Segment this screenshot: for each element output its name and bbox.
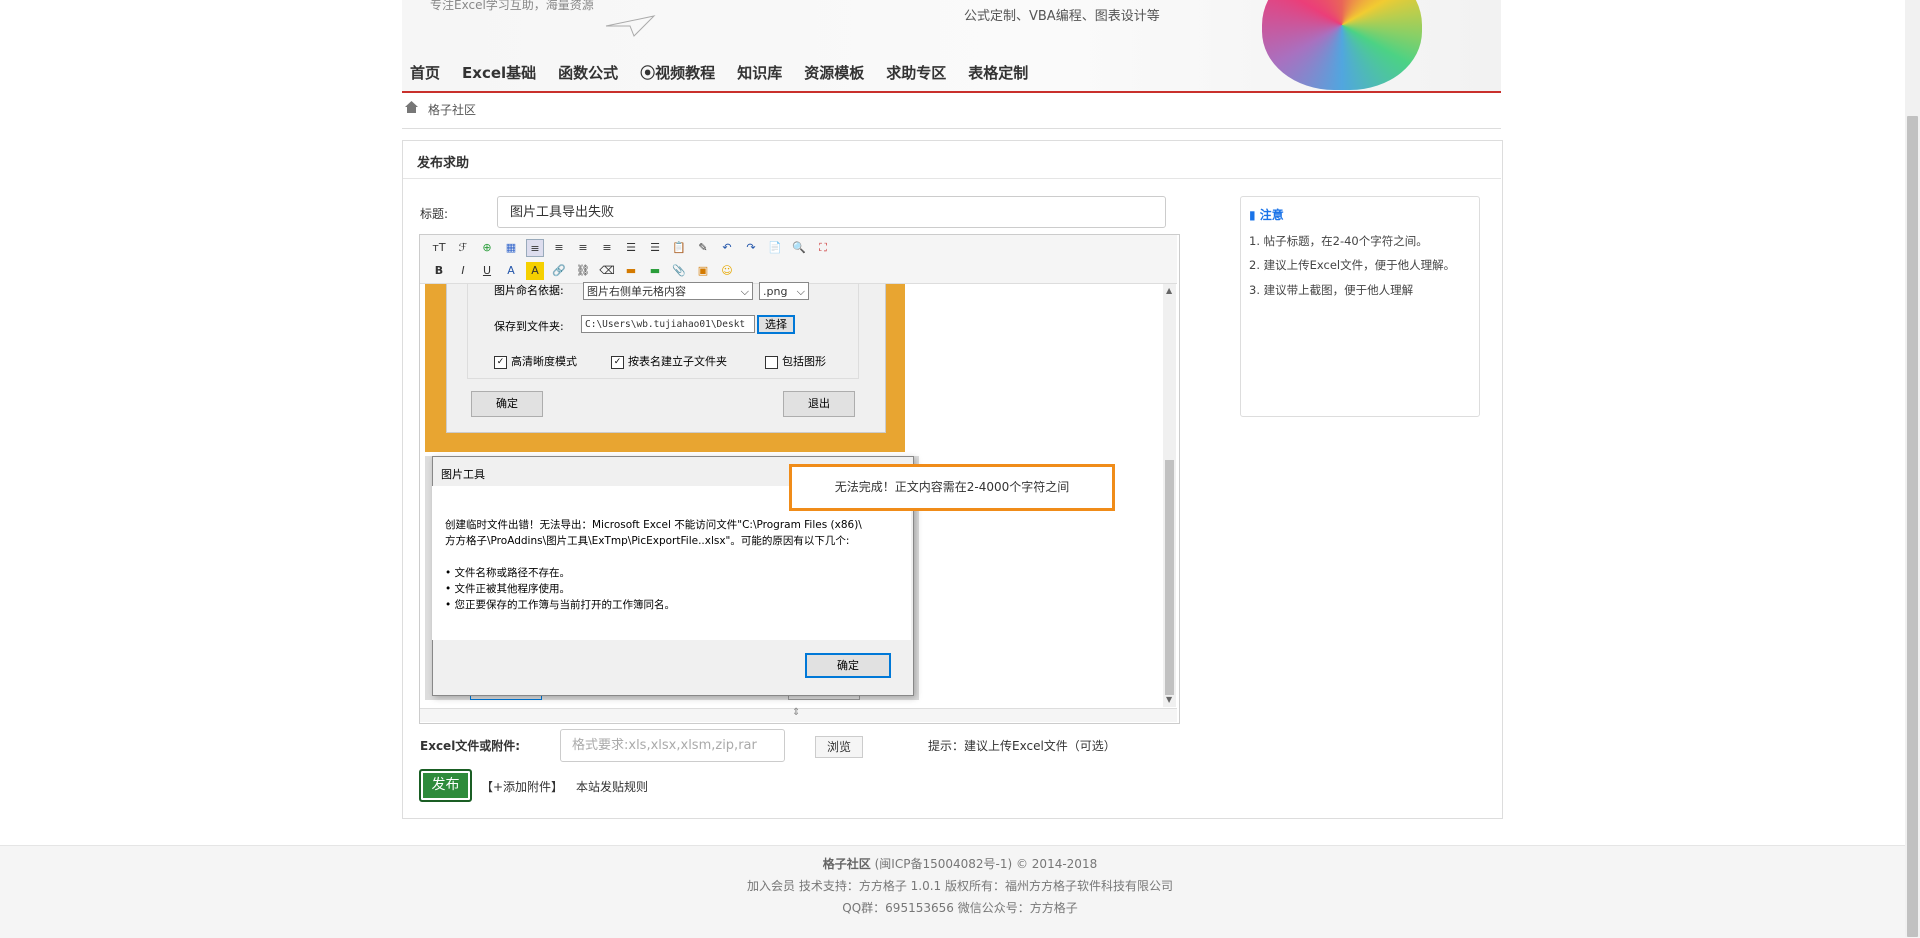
save-path-field: C:\Users\wb.tujiahao01\Deskt <box>581 315 755 333</box>
breadcrumb[interactable]: 格子社区 <box>428 101 476 118</box>
nav-knowledge[interactable]: 知识库 <box>737 62 782 83</box>
naming-select: 图片右侧单元格内容 ⌵ <box>583 282 753 300</box>
hd-mode-option: ✓ 高清晰度模式 <box>494 353 577 369</box>
nav-excel-basics[interactable]: Excel基础 <box>462 62 536 83</box>
preview-icon[interactable]: 🔍 <box>790 239 808 257</box>
site-tagline: 专注Excel学习互助，海量资源 <box>430 0 594 12</box>
title-label: 标题: <box>420 207 449 221</box>
extension-select: .png ⌵ <box>759 282 809 300</box>
subfolder-option: ✓ 按表名建立子文件夹 <box>611 353 727 369</box>
editor-toolbar: тT ℱ ⊕ ▦ ≡ ≡ ≡ ≡ ☰ ☰ 📋 ✎ ↶ ↷ 📄 🔍 ⛶ B I U… <box>420 235 1177 284</box>
font-color-icon[interactable]: A <box>502 262 520 280</box>
dialog-message: 创建临时文件出错！无法导出：Microsoft Excel 不能访问文件"C:\… <box>445 519 862 611</box>
nav-templates[interactable]: 资源模板 <box>804 62 864 83</box>
unlink-icon[interactable]: ⛓ <box>574 262 592 280</box>
bold-icon[interactable]: B <box>430 262 448 280</box>
file-label: Excel文件或附件: <box>420 739 521 753</box>
eraser-icon[interactable]: ⌫ <box>598 262 616 280</box>
dialog-title: 图片工具 <box>441 468 485 481</box>
scroll-up-icon[interactable]: ▲ <box>1166 286 1172 295</box>
italic-icon[interactable]: I <box>454 262 472 280</box>
footer-line-1: 格子社区 (闽ICP备15004082号-1) © 2014-2018 <box>822 857 1098 871</box>
choose-folder-button: 选择 <box>757 315 795 334</box>
fullscreen-icon[interactable]: ⛶ <box>814 239 832 257</box>
nav-home[interactable]: 首页 <box>410 62 440 83</box>
source-icon[interactable]: 📄 <box>766 239 784 257</box>
resize-handle-icon[interactable]: ⇕ <box>792 707 800 718</box>
justify-icon[interactable]: ≡ <box>598 239 616 257</box>
tool-exit-button: 退出 <box>783 391 855 417</box>
unordered-list-icon[interactable]: ☰ <box>646 239 664 257</box>
paste-icon[interactable]: 📋 <box>670 239 688 257</box>
upload-hint: 提示：建议上传Excel文件（可选） <box>928 739 1116 753</box>
posting-rules-link[interactable]: 本站发贴规则 <box>576 778 648 795</box>
footer-line-3: QQ群：695153656 微信公众号：方方格子 <box>842 901 1078 915</box>
divider <box>402 128 1501 129</box>
font-size-icon[interactable]: тT <box>430 239 448 257</box>
bookmark-icon: ▮ <box>1249 208 1260 222</box>
notice-item: 3. 建议带上截图，便于他人理解 <box>1249 283 1414 297</box>
paste-word-icon[interactable]: ✎ <box>694 239 712 257</box>
panel-title: 发布求助 <box>417 156 470 171</box>
tool-ok-button: 确定 <box>471 391 543 417</box>
panel-divider <box>403 178 1501 179</box>
ordered-list-icon[interactable]: ☰ <box>622 239 640 257</box>
insert-row-icon[interactable]: ⊕ <box>478 239 496 257</box>
file-input[interactable]: 格式要求:xls,xlsx,xlsm,zip,rar <box>560 729 785 762</box>
notice-box <box>1240 196 1480 417</box>
nav-custom-tables[interactable]: 表格定制 <box>968 62 1028 83</box>
notice-item: 1. 帖子标题，在2-40个字符之间。 <box>1249 234 1428 248</box>
code-icon[interactable]: ▣ <box>694 262 712 280</box>
home-icon[interactable] <box>405 101 418 116</box>
link-icon[interactable]: 🔗 <box>550 262 568 280</box>
align-center-icon[interactable]: ≡ <box>550 239 568 257</box>
site-slogan: 公式定制、VBA编程、图表设计等 <box>964 9 1160 24</box>
include-shapes-option: 包括图形 <box>765 353 826 369</box>
scroll-down-icon[interactable]: ▼ <box>1166 695 1172 704</box>
table-icon[interactable]: ▦ <box>502 239 520 257</box>
notice-title: ▮ 注意 <box>1249 208 1284 222</box>
highlight-icon[interactable]: A <box>526 262 544 280</box>
media-icon[interactable]: ▬ <box>646 262 664 280</box>
nav-video-tutorials[interactable]: ⦿视频教程 <box>640 62 715 83</box>
font-family-icon[interactable]: ℱ <box>454 239 472 257</box>
dialog-ok-button: 确定 <box>805 653 891 678</box>
add-attachment-link[interactable]: 【+添加附件】 <box>481 778 563 795</box>
validation-toast: 无法完成！正文内容需在2-4000个字符之间 <box>789 464 1115 511</box>
editor-scroll-thumb[interactable] <box>1165 460 1174 695</box>
paper-plane-icon <box>604 14 656 38</box>
nav-formulas[interactable]: 函数公式 <box>558 62 618 83</box>
notice-item: 2. 建议上传Excel文件，便于他人理解。 <box>1249 258 1456 272</box>
submit-button[interactable]: 发布 <box>419 769 472 802</box>
browse-button[interactable]: 浏览 <box>815 736 863 758</box>
toolbar-row-2: B I U A A 🔗 ⛓ ⌫ ▬ ▬ 📎 ▣ ☺ <box>430 260 742 282</box>
align-right-icon[interactable]: ≡ <box>574 239 592 257</box>
redo-icon[interactable]: ↷ <box>742 239 760 257</box>
main-nav: 首页 Excel基础 函数公式 ⦿视频教程 知识库 资源模板 求助专区 表格定制 <box>410 62 1050 83</box>
naming-label: 图片命名依据: <box>494 284 564 297</box>
undo-icon[interactable]: ↶ <box>718 239 736 257</box>
title-input[interactable]: 图片工具导出失败 <box>497 196 1166 228</box>
toolbar-row-1: тT ℱ ⊕ ▦ ≡ ≡ ≡ ≡ ☰ ☰ 📋 ✎ ↶ ↷ 📄 🔍 ⛶ <box>430 237 838 259</box>
image-icon[interactable]: ▬ <box>622 262 640 280</box>
align-left-icon[interactable]: ≡ <box>526 239 544 257</box>
save-folder-label: 保存到文件夹: <box>494 320 564 333</box>
footer-line-2: 加入会员 技术支持：方方格子 1.0.1 版权所有：福州方方格子软件科技有限公司 <box>747 879 1173 893</box>
page-scroll-thumb[interactable] <box>1907 116 1918 937</box>
underline-icon[interactable]: U <box>478 262 496 280</box>
emoji-icon[interactable]: ☺ <box>718 262 736 280</box>
nav-help-zone[interactable]: 求助专区 <box>886 62 946 83</box>
attachment-icon[interactable]: 📎 <box>670 262 688 280</box>
